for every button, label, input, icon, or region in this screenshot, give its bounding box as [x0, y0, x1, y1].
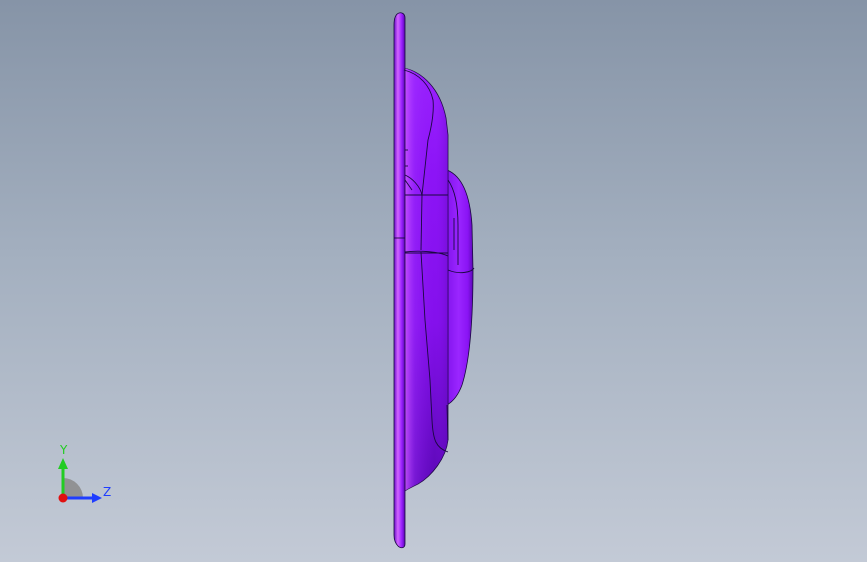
- triad-icon: [58, 458, 102, 503]
- z-axis-label: Z: [103, 485, 112, 499]
- graphics-viewport[interactable]: Y Z: [0, 0, 867, 562]
- flange: [393, 12, 406, 549]
- coordinate-triad: Y Z: [44, 440, 124, 510]
- 3d-model[interactable]: [0, 0, 867, 562]
- outer-boss: [446, 169, 474, 406]
- y-axis-label: Y: [60, 443, 68, 457]
